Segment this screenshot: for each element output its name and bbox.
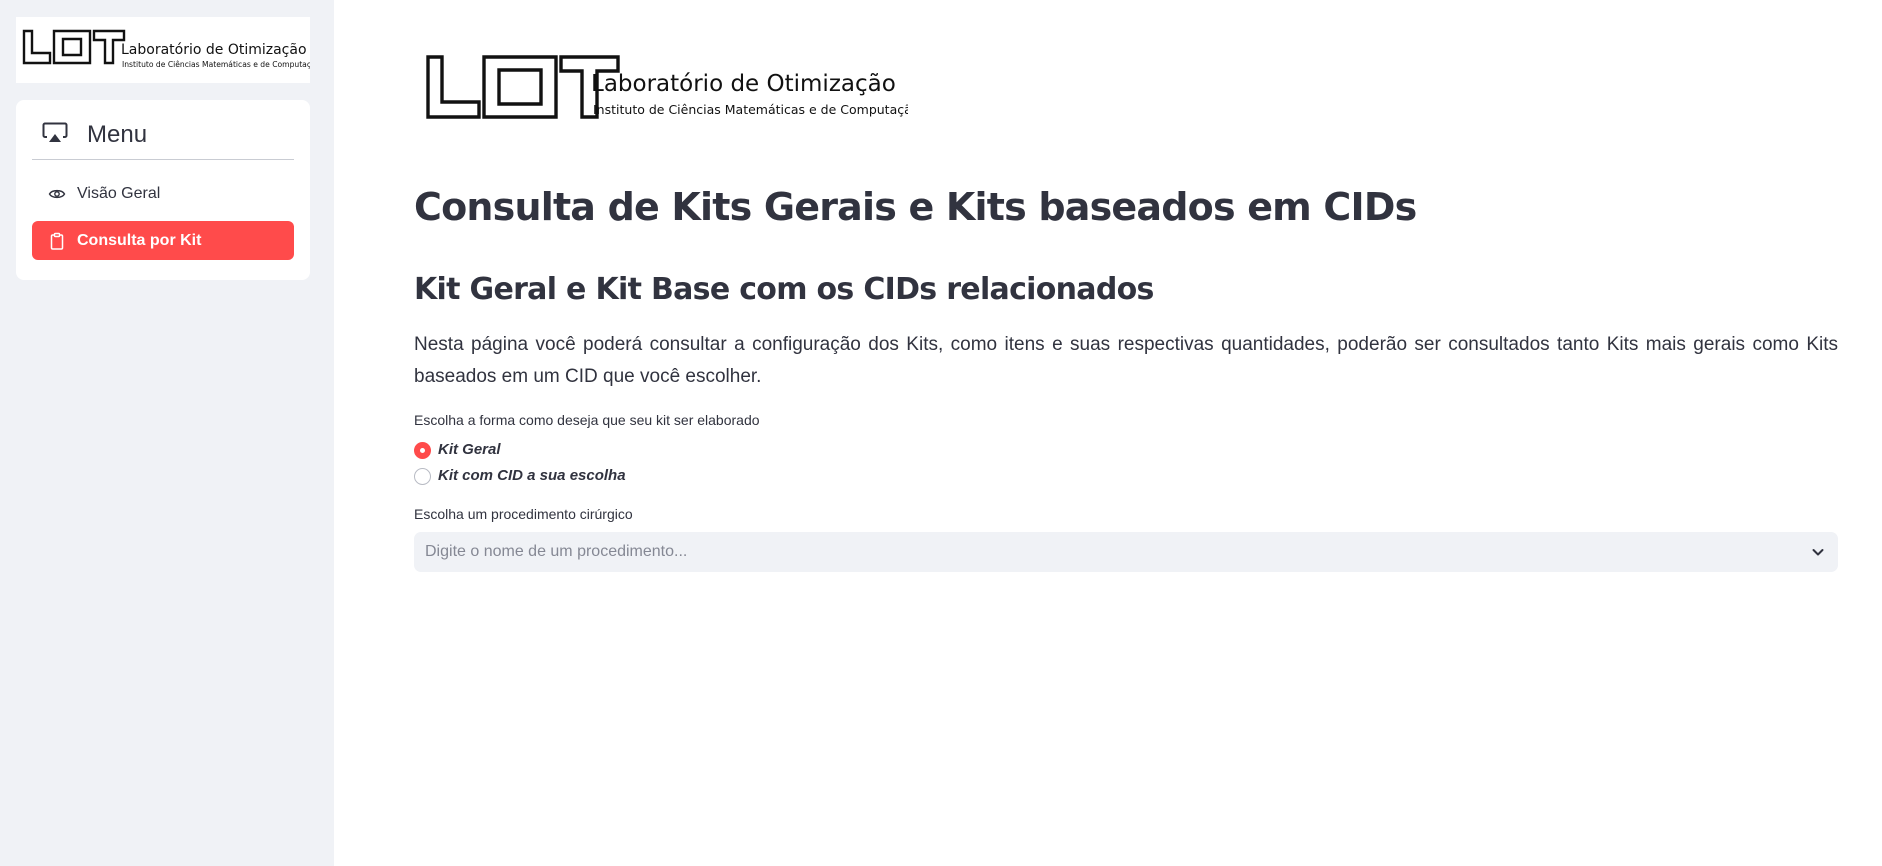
menu-card: Menu Visão Geral Consulta por Kit — [16, 100, 310, 280]
radio-label: Kit com CID a sua escolha — [438, 467, 626, 484]
procedure-label: Escolha um procedimento cirúrgico — [414, 506, 633, 522]
main-logo-institute: Instituto de Ciências Matemáticas e de C… — [593, 102, 908, 117]
page-title: Consulta de Kits Gerais e Kits baseados … — [414, 185, 1417, 229]
menu-header: Menu — [32, 110, 294, 160]
clipboard-icon — [48, 232, 66, 250]
kit-choice-label: Escolha a forma como deseja que seu kit … — [414, 412, 760, 428]
sidebar-logo: Laboratório de Otimização Instituto de C… — [16, 17, 321, 83]
radio-button-checked[interactable] — [414, 442, 431, 459]
sidebar-logo-institute: Instituto de Ciências Matemáticas e de C… — [122, 60, 310, 69]
sidebar-item-visao-geral[interactable]: Visão Geral — [32, 174, 294, 213]
sidebar-logo-lab-name: Laboratório de Otimização — [121, 42, 307, 58]
eye-icon — [48, 185, 66, 203]
procedure-select-placeholder: Digite o nome de um procedimento... — [425, 543, 688, 560]
sidebar-item-label: Consulta por Kit — [77, 232, 202, 249]
page-description: Nesta página você poderá consultar a con… — [414, 334, 1838, 387]
sidebar-item-label: Visão Geral — [77, 185, 161, 202]
section-title: Kit Geral e Kit Base com os CIDs relacio… — [414, 272, 1154, 307]
radio-label: Kit Geral — [438, 441, 501, 458]
procedure-select[interactable]: Digite o nome de um procedimento... — [414, 532, 1838, 572]
sidebar: Laboratório de Otimização Instituto de C… — [0, 0, 334, 866]
main-logo-lab-name: Laboratório de Otimização — [591, 71, 896, 97]
main-logo: Laboratório de Otimização Instituto de C… — [424, 52, 919, 122]
airplay-icon — [42, 122, 68, 144]
sidebar-item-consulta-por-kit[interactable]: Consulta por Kit — [32, 221, 294, 260]
menu-title: Menu — [87, 121, 148, 148]
radio-button[interactable] — [414, 468, 431, 485]
chevron-down-icon[interactable] — [1811, 545, 1825, 559]
